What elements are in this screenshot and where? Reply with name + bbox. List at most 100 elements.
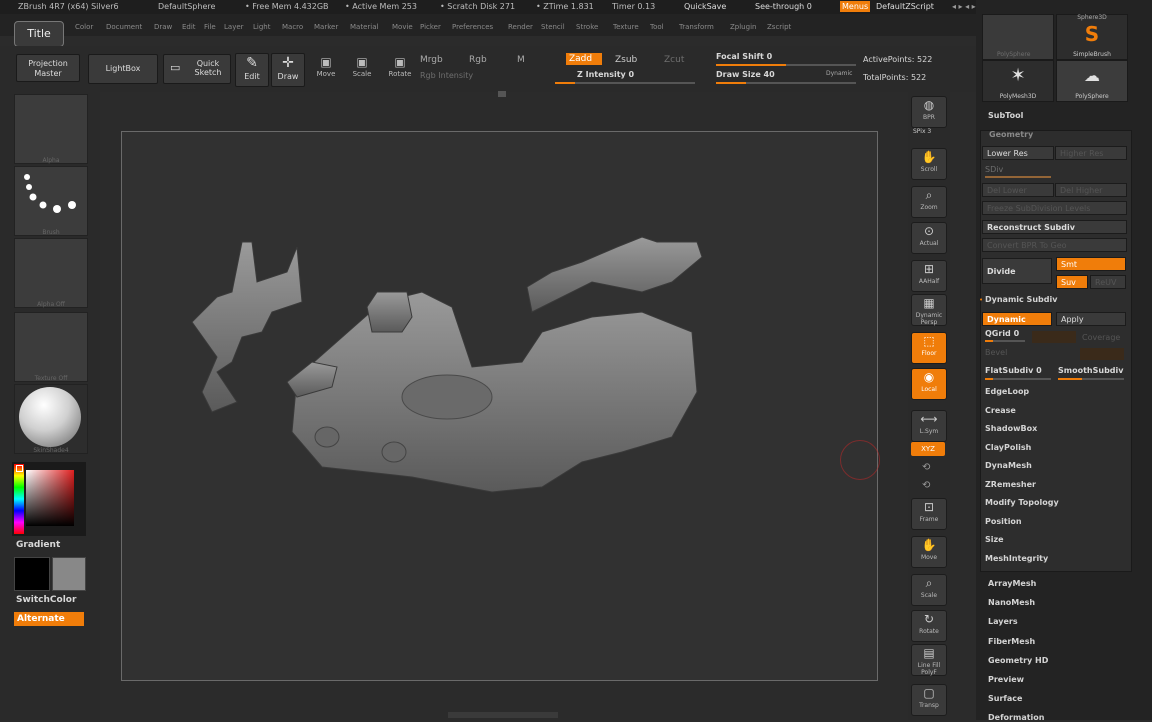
- tool-item-surface[interactable]: Surface: [988, 694, 1022, 703]
- move-button[interactable]: ✋ Move: [911, 536, 947, 568]
- zsub-button[interactable]: Zsub: [615, 55, 637, 65]
- material-thumbnail[interactable]: SkinShade4: [14, 384, 88, 454]
- coverage-label[interactable]: Coverage: [1082, 333, 1120, 342]
- tool-item-geometry-hd[interactable]: Geometry HD: [988, 656, 1048, 665]
- menu-render[interactable]: Render: [508, 23, 533, 31]
- menu-draw[interactable]: Draw: [154, 23, 172, 31]
- menu-color[interactable]: Color: [75, 23, 93, 31]
- scale-button[interactable]: ▣ Scale: [344, 54, 380, 86]
- dynamic-persp-button[interactable]: ▦ Dynamic Persp: [911, 294, 947, 326]
- menu-light[interactable]: Light: [253, 23, 270, 31]
- suv-toggle[interactable]: Suv: [1056, 275, 1088, 289]
- tool-item-arraymesh[interactable]: ArrayMesh: [988, 579, 1036, 588]
- dynamic-toggle[interactable]: Dynamic: [982, 312, 1052, 326]
- menu-material[interactable]: Material: [350, 23, 378, 31]
- polysphere-thumbnail[interactable]: PolySphere: [982, 14, 1054, 60]
- menu-zscript[interactable]: Zscript: [767, 23, 791, 31]
- tool-item-layers[interactable]: Layers: [988, 617, 1018, 626]
- flatsubdiv-slider[interactable]: FlatSubdiv 0: [985, 366, 1042, 375]
- menu-texture[interactable]: Texture: [613, 23, 639, 31]
- lightbox-button[interactable]: LightBox: [88, 54, 158, 84]
- focal-shift-slider[interactable]: Focal Shift 0: [716, 52, 772, 61]
- menu-stencil[interactable]: Stencil: [541, 23, 565, 31]
- aahalf-button[interactable]: ⊞ AAHalf: [911, 260, 947, 292]
- qgrid-slider[interactable]: QGrid 0: [985, 329, 1019, 338]
- tool-item-fibermesh[interactable]: FiberMesh: [988, 637, 1035, 646]
- alternate-button[interactable]: Alternate: [14, 612, 84, 626]
- del-higher-button[interactable]: Del Higher: [1055, 183, 1127, 197]
- z-intensity-track[interactable]: [555, 82, 695, 84]
- smoothsubdiv-track[interactable]: [1058, 378, 1124, 380]
- freeze-subdiv-button[interactable]: Freeze SubDivision Levels: [982, 201, 1127, 215]
- m-button[interactable]: M: [517, 55, 525, 65]
- texture-off-thumbnail[interactable]: Texture Off: [14, 312, 88, 382]
- polymesh3d-thumbnail[interactable]: ✶ PolyMesh3D: [982, 60, 1054, 102]
- polysphere-active-thumbnail[interactable]: ☁ PolySphere: [1056, 60, 1128, 102]
- bevel-swatch[interactable]: [1080, 348, 1124, 360]
- tool-item-deformation[interactable]: Deformation: [988, 713, 1044, 722]
- actual-button[interactable]: ⊙ Actual: [911, 222, 947, 254]
- flatsubdiv-track[interactable]: [985, 378, 1051, 380]
- quicksave-button[interactable]: QuickSave: [684, 2, 726, 11]
- zoom-button[interactable]: ⌕ Zoom: [911, 186, 947, 218]
- geometry-item-dynamesh[interactable]: DynaMesh: [985, 461, 1032, 470]
- hue-strip[interactable]: [14, 464, 24, 534]
- dynamic-subdiv-menu[interactable]: Dynamic Subdiv: [985, 295, 1057, 304]
- lower-res-button[interactable]: Lower Res: [982, 146, 1054, 160]
- higher-res-button[interactable]: Higher Res: [1055, 146, 1127, 160]
- coverage-swatch[interactable]: [1032, 331, 1076, 343]
- geometry-item-meshintegrity[interactable]: MeshIntegrity: [985, 554, 1048, 563]
- l-sym-button[interactable]: ⟷ L.Sym: [911, 410, 947, 442]
- scale-button[interactable]: ⌕ Scale: [911, 574, 947, 606]
- projection-master-button[interactable]: Projection Master: [16, 54, 80, 82]
- apply-button[interactable]: Apply: [1056, 312, 1126, 326]
- gradient-label[interactable]: Gradient: [16, 540, 60, 550]
- document-canvas[interactable]: [121, 131, 880, 681]
- mrgb-button[interactable]: Mrgb: [420, 55, 443, 65]
- geometry-item-crease[interactable]: Crease: [985, 406, 1016, 415]
- menu-macro[interactable]: Macro: [282, 23, 303, 31]
- menus-button[interactable]: Menus: [840, 1, 871, 12]
- menu-file[interactable]: File: [204, 23, 216, 31]
- sculpt-model[interactable]: [122, 132, 877, 680]
- bpr-button[interactable]: ◍ BPR: [911, 96, 947, 128]
- sdiv-slider[interactable]: SDiv: [985, 165, 1003, 174]
- draw-size-slider[interactable]: Draw Size 40: [716, 70, 775, 79]
- scroll-button[interactable]: ✋ Scroll: [911, 148, 947, 180]
- brush-thumbnail[interactable]: Brush: [14, 166, 88, 236]
- geometry-item-modify-topology[interactable]: Modify Topology: [985, 498, 1059, 507]
- sdiv-track[interactable]: [985, 176, 1051, 178]
- default-zscript-button[interactable]: DefaultZScript: [876, 2, 934, 11]
- z-intensity-slider[interactable]: Z Intensity 0: [577, 70, 634, 79]
- frame-button[interactable]: ⊡ Frame: [911, 498, 947, 530]
- move-button[interactable]: ▣ Move: [308, 54, 344, 86]
- geometry-item-shadowbox[interactable]: ShadowBox: [985, 424, 1037, 433]
- reconstruct-subdiv-button[interactable]: Reconstruct Subdiv: [982, 220, 1127, 234]
- smoothsubdiv-slider[interactable]: SmoothSubdiv: [1058, 366, 1123, 375]
- zcut-button[interactable]: Zcut: [664, 55, 684, 65]
- focal-shift-track[interactable]: [716, 64, 856, 66]
- switchcolor-button[interactable]: SwitchColor: [16, 595, 76, 605]
- rotate-button[interactable]: ▣ Rotate: [382, 54, 418, 86]
- menu-tool[interactable]: Tool: [650, 23, 664, 31]
- menu-document[interactable]: Document: [106, 23, 142, 31]
- geometry-item-claypolish[interactable]: ClayPolish: [985, 443, 1031, 452]
- rotate-button[interactable]: ↻ Rotate: [911, 610, 947, 642]
- line-fill-polyf-button[interactable]: ▤ Line Fill PolyF: [911, 644, 947, 676]
- rgb-button[interactable]: Rgb: [469, 55, 487, 65]
- secondary-color-swatch[interactable]: [52, 557, 86, 591]
- see-through-slider[interactable]: See-through 0: [755, 2, 812, 11]
- zadd-button[interactable]: Zadd: [566, 53, 603, 65]
- spix-slider[interactable]: SPix 3: [913, 128, 931, 135]
- geometry-item-size[interactable]: Size: [985, 535, 1004, 544]
- menu-transform[interactable]: Transform: [679, 23, 714, 31]
- draw-button[interactable]: ✛ Draw: [271, 53, 305, 87]
- smt-toggle[interactable]: Smt: [1056, 257, 1126, 271]
- color-picker[interactable]: [12, 462, 86, 536]
- divide-button[interactable]: Divide: [982, 258, 1052, 284]
- draw-size-track[interactable]: [716, 82, 856, 84]
- menu-edit[interactable]: Edit: [182, 23, 196, 31]
- reuv-button[interactable]: ReUV: [1090, 275, 1126, 289]
- menu-movie[interactable]: Movie: [392, 23, 413, 31]
- rotate-axis-icon[interactable]: ⟲: [922, 480, 930, 491]
